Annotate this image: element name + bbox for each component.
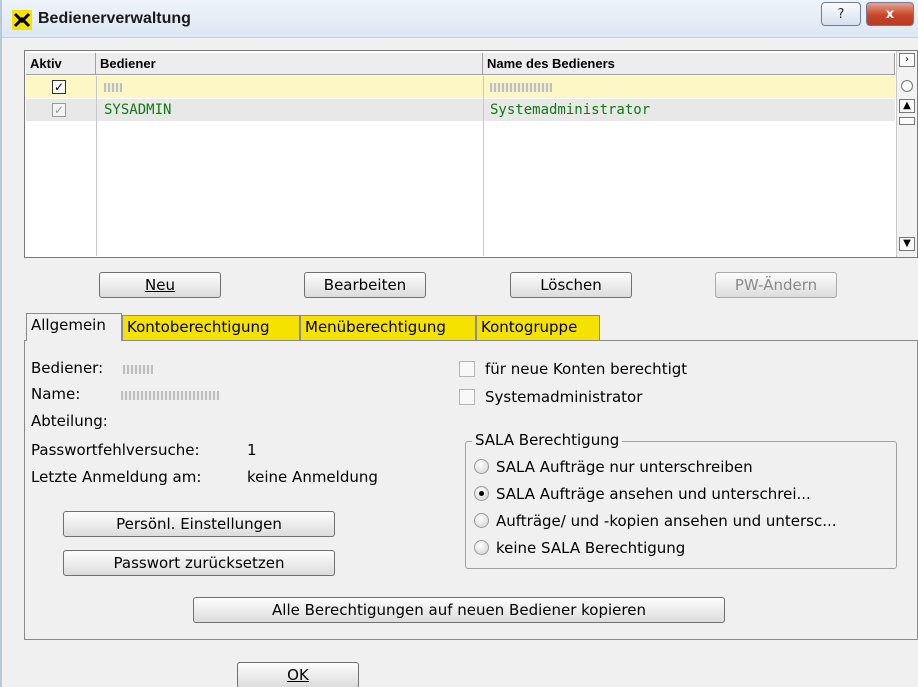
tab-kontoberechtigung[interactable]: Kontoberechtigung <box>122 315 300 340</box>
last-login-label: Letzte Anmeldung am: <box>31 468 202 486</box>
copy-permissions-button[interactable]: Alle Berechtigungen auf neuen Bediener k… <box>193 597 725 623</box>
aktiv-checkbox[interactable]: ✓ <box>52 80 66 94</box>
sala-option-radio[interactable] <box>474 459 489 474</box>
column-scroll-right-icon[interactable]: › <box>899 53 915 67</box>
name-cell: Systemadministrator <box>490 102 651 118</box>
tab-kontogruppe[interactable]: Kontogruppe <box>476 315 600 340</box>
table-row[interactable]: ✓ SYSADMIN Systemadministrator <box>26 99 895 121</box>
ok-button[interactable]: OK <box>237 662 359 687</box>
edit-button[interactable]: Bearbeiten <box>304 272 426 298</box>
vertical-scrollbar[interactable]: › ▲ ▼ <box>896 51 917 257</box>
scroll-up-icon[interactable]: ▲ <box>899 99 915 113</box>
sala-group-title: SALA Berechtigung <box>472 431 623 449</box>
sala-option-label: Aufträge/ und -kopien ansehen und unters… <box>496 512 837 530</box>
column-chooser-icon[interactable] <box>901 80 913 92</box>
name-value <box>121 391 219 400</box>
sala-option-radio[interactable] <box>474 540 489 555</box>
personal-settings-button[interactable]: Persönl. Einstellungen <box>63 511 335 537</box>
sala-option-radio[interactable] <box>474 513 489 528</box>
sala-option-label: SALA Aufträge nur unterschreiben <box>496 458 753 476</box>
tab-allgemein[interactable]: Allgemein <box>26 313 122 341</box>
sysadmin-label: Systemadministrator <box>485 388 643 406</box>
last-login-value: keine Anmeldung <box>247 468 378 486</box>
column-divider <box>96 76 97 256</box>
close-button[interactable]: x <box>866 2 914 26</box>
user-grid[interactable]: Aktiv Bediener Name des Bedieners ✓ ✓ SY… <box>24 50 918 258</box>
bediener-value <box>123 365 153 374</box>
reset-password-button[interactable]: Passwort zurücksetzen <box>63 550 335 576</box>
column-header-name[interactable]: Name des Bedieners <box>483 53 895 75</box>
name-label: Name: <box>31 385 81 403</box>
column-divider <box>483 76 484 256</box>
window-title: Bedienerverwaltung <box>38 10 191 27</box>
password-attempts-value: 1 <box>247 441 257 459</box>
new-accounts-label: für neue Konten berechtigt <box>485 360 688 378</box>
sala-option-label: SALA Aufträge ansehen und unterschrei... <box>496 485 811 503</box>
column-header-bediener[interactable]: Bediener <box>96 53 483 75</box>
new-accounts-checkbox[interactable] <box>459 361 475 377</box>
tab-menueberechtigung[interactable]: Menüberechtigung <box>300 315 476 340</box>
new-button[interactable]: Neu <box>99 272 221 298</box>
delete-button[interactable]: Löschen <box>510 272 632 298</box>
bediener-cell <box>98 76 122 98</box>
table-row[interactable]: ✓ <box>26 76 895 98</box>
name-cell <box>484 76 552 98</box>
scroll-thumb[interactable] <box>899 117 915 125</box>
bedienerverwaltung-window: Bedienerverwaltung ? x Aktiv Bediener Na… <box>0 0 918 687</box>
bediener-label: Bediener: <box>31 359 104 377</box>
general-panel: Bediener: Name: Abteilung: Passwortfehlv… <box>24 340 918 640</box>
password-attempts-label: Passwortfehlversuche: <box>31 441 200 459</box>
aktiv-checkbox[interactable]: ✓ <box>52 103 66 117</box>
sala-group: SALA Berechtigung SALA Aufträge nur unte… <box>465 431 897 569</box>
change-password-button[interactable]: PW-Ändern <box>715 272 837 298</box>
help-button[interactable]: ? <box>821 2 861 26</box>
sysadmin-checkbox[interactable] <box>459 389 475 405</box>
abteilung-label: Abteilung: <box>31 412 108 430</box>
sala-option-radio[interactable] <box>474 486 489 501</box>
bediener-cell: SYSADMIN <box>104 102 172 118</box>
scroll-down-icon[interactable]: ▼ <box>899 237 915 251</box>
column-header-aktiv[interactable]: Aktiv <box>26 53 96 75</box>
title-bar: Bedienerverwaltung ? x <box>2 0 918 38</box>
raiffeisen-logo-icon <box>12 10 32 30</box>
sala-option-label: keine SALA Berechtigung <box>496 539 686 557</box>
